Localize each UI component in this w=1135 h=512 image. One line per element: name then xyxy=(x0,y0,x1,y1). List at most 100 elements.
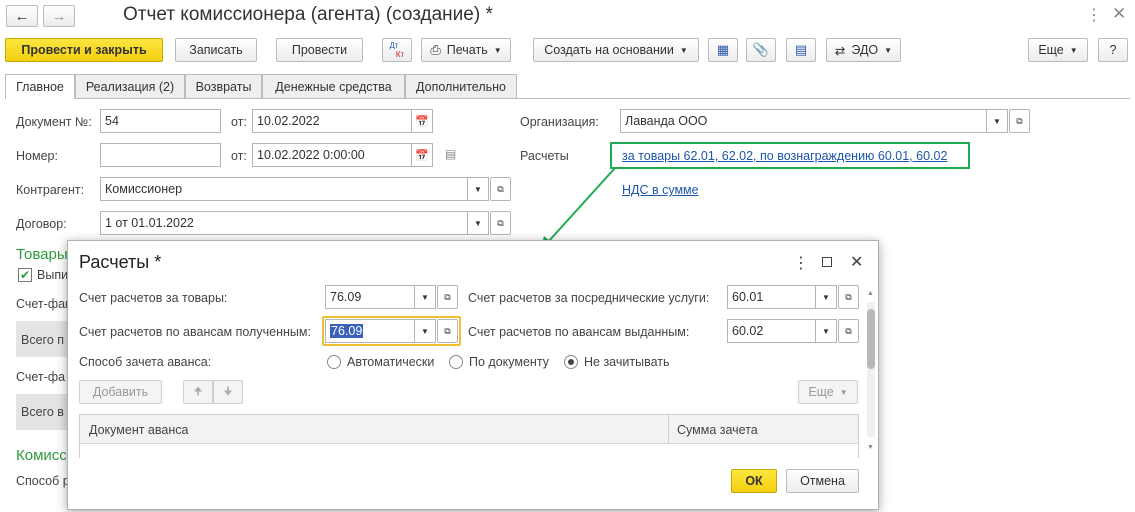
chevron-down-icon: ▼ xyxy=(474,184,482,194)
close-icon[interactable]: ✕ xyxy=(1112,4,1126,24)
ok-button[interactable]: ОК xyxy=(731,469,777,493)
radio-automatic-label: Автоматически xyxy=(347,355,435,369)
intermediary-field[interactable]: 60.01 xyxy=(727,285,816,309)
doc-num-label: Документ №: xyxy=(16,115,92,129)
open-icon: ⧉ xyxy=(444,325,451,336)
dialog-close-icon[interactable]: ✕ xyxy=(850,252,863,272)
intermediary-open[interactable]: ⧉ xyxy=(838,285,859,309)
create-based-label: Создать на основании xyxy=(544,43,674,57)
maximize-icon[interactable] xyxy=(822,257,832,267)
advances-issued-label: Счет расчетов по авансам выданным: xyxy=(468,325,690,339)
advances-issued-dropdown[interactable]: ▼ xyxy=(816,319,837,343)
edo-button[interactable]: ⇄ ЭДО ▼ xyxy=(826,38,901,62)
dialog-more-button[interactable]: Еще ▼ xyxy=(798,380,858,404)
print-button[interactable]: ⎙ Печать ▼ xyxy=(421,38,511,62)
move-down-button[interactable]: 🠋 xyxy=(213,380,243,404)
goods-account-open[interactable]: ⧉ xyxy=(437,285,458,309)
contract-dropdown-button[interactable]: ▼ xyxy=(468,211,489,235)
post-close-button[interactable]: Провести и закрыть xyxy=(5,38,163,62)
open-icon: ⧉ xyxy=(444,291,451,302)
radio-automatic[interactable] xyxy=(327,355,341,369)
chevron-down-icon: ▼ xyxy=(822,292,830,302)
report-button[interactable]: ▤ xyxy=(786,38,816,62)
tab-main[interactable]: Главное xyxy=(5,74,75,99)
help-button[interactable]: ? xyxy=(1098,38,1128,62)
contract-label: Договор: xyxy=(16,217,67,231)
calendar-button-2[interactable]: 📅 xyxy=(412,143,433,167)
checkbox-checked[interactable]: ✔ xyxy=(18,268,32,282)
advances-issued-field[interactable]: 60.02 xyxy=(727,319,816,343)
org-dropdown-button[interactable]: ▼ xyxy=(987,109,1008,133)
advances-received-field[interactable]: 76.09 xyxy=(325,319,415,343)
from-label: от: xyxy=(231,115,247,129)
add-button[interactable]: Добавить xyxy=(79,380,162,404)
post-button[interactable]: Провести xyxy=(276,38,363,62)
attach-button[interactable]: 📎 xyxy=(746,38,776,62)
arrow-left-icon: ← xyxy=(14,7,30,25)
chevron-down-icon: ▼ xyxy=(822,326,830,336)
counterparty-field[interactable]: Комиссионер xyxy=(100,177,468,201)
org-open-button[interactable]: ⧉ xyxy=(1009,109,1030,133)
edo-label: ЭДО xyxy=(851,43,879,57)
more-label: Еще xyxy=(1038,43,1064,57)
forward-button[interactable]: → xyxy=(43,5,75,27)
history-icon[interactable]: ▤ xyxy=(445,147,456,161)
scrollbar-thumb[interactable] xyxy=(867,309,875,369)
org-label: Организация: xyxy=(520,115,599,129)
scroll-up-icon[interactable]: ▲ xyxy=(867,290,874,297)
tab-returns[interactable]: Возвраты xyxy=(185,74,262,98)
tab-additional[interactable]: Дополнительно xyxy=(405,74,517,98)
radio-no-offset[interactable] xyxy=(564,355,578,369)
advances-received-dropdown[interactable]: ▼ xyxy=(415,319,436,343)
edo-icon: ⇄ xyxy=(834,43,846,58)
settlements-link[interactable]: за товары 62.01, 62.02, по вознаграждени… xyxy=(622,149,947,163)
back-button[interactable]: ← xyxy=(6,5,38,27)
intermediary-dropdown[interactable]: ▼ xyxy=(816,285,837,309)
dialog-menu-icon[interactable]: ⋮ xyxy=(793,253,809,273)
vat-link[interactable]: НДС в сумме xyxy=(622,183,699,197)
print-label: Печать xyxy=(446,43,488,57)
goods-account-label: Счет расчетов за товары: xyxy=(79,291,228,305)
chevron-down-icon: ▼ xyxy=(884,45,893,55)
advances-received-open[interactable]: ⧉ xyxy=(437,319,458,343)
menu-dots-icon[interactable]: ⋮ xyxy=(1086,5,1102,25)
radio-by-document[interactable] xyxy=(449,355,463,369)
open-icon: ⧉ xyxy=(497,217,504,228)
printer-icon: ⎙ xyxy=(430,42,441,57)
save-button[interactable]: Записать xyxy=(175,38,257,62)
structure-button[interactable]: ▦ xyxy=(708,38,738,62)
table-header-amount[interactable]: Сумма зачета xyxy=(677,423,758,437)
contract-field[interactable]: 1 от 01.01.2022 xyxy=(100,211,468,235)
tab-money[interactable]: Денежные средства xyxy=(262,74,405,98)
scroll-down-icon[interactable]: ▼ xyxy=(867,444,874,451)
arrow-right-icon: → xyxy=(51,7,67,25)
chevron-down-icon: ▼ xyxy=(839,387,848,397)
contract-open-button[interactable]: ⧉ xyxy=(490,211,511,235)
radio-by-document-label: По документу xyxy=(469,355,549,369)
table-header-document[interactable]: Документ аванса xyxy=(89,423,188,437)
table-header-divider xyxy=(668,415,669,444)
commission-section-title: Комисс xyxy=(16,447,67,464)
doc-date-field[interactable]: 10.02.2022 xyxy=(252,109,412,133)
invoice2-label: Счет-фа xyxy=(16,370,66,384)
counterparty-open-button[interactable]: ⧉ xyxy=(490,177,511,201)
goods-account-dropdown[interactable]: ▼ xyxy=(415,285,436,309)
chevron-down-icon: ▼ xyxy=(421,292,429,302)
cancel-button[interactable]: Отмена xyxy=(786,469,859,493)
move-up-button[interactable]: 🠉 xyxy=(183,380,213,404)
number-date-field[interactable]: 10.02.2022 0:00:00 xyxy=(252,143,412,167)
org-field[interactable]: Лаванда ООО xyxy=(620,109,987,133)
advances-issued-open[interactable]: ⧉ xyxy=(838,319,859,343)
dtkt-button[interactable]: Дт Кт xyxy=(382,38,412,62)
counterparty-dropdown-button[interactable]: ▼ xyxy=(468,177,489,201)
doc-num-field[interactable]: 54 xyxy=(100,109,221,133)
invoice1-label: Счет-фак xyxy=(16,297,71,311)
number-field[interactable] xyxy=(100,143,221,167)
structure-icon: ▦ xyxy=(716,42,730,57)
more-button[interactable]: Еще ▼ xyxy=(1028,38,1088,62)
open-icon: ⧉ xyxy=(845,291,852,302)
calendar-button[interactable]: 📅 xyxy=(412,109,433,133)
tab-sales[interactable]: Реализация (2) xyxy=(75,74,185,98)
create-based-button[interactable]: Создать на основании ▼ xyxy=(533,38,699,62)
goods-account-field[interactable]: 76.09 xyxy=(325,285,415,309)
